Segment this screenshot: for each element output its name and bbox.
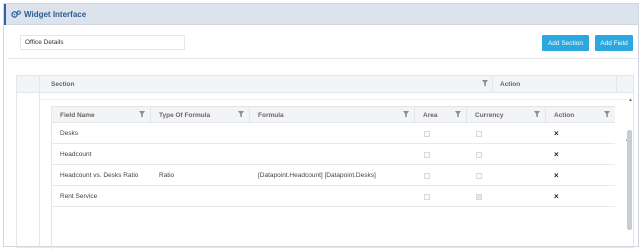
filter-icon[interactable] [455, 111, 461, 120]
field-name-cell: Rent Service [60, 193, 98, 200]
filter-icon[interactable] [534, 111, 540, 120]
office-details-input[interactable] [20, 35, 185, 50]
column-header-label: Area [423, 112, 438, 119]
gears-icon [11, 9, 21, 19]
sections-grid-header: Section Action [17, 76, 633, 93]
scrollbar-thumb[interactable] [627, 130, 632, 230]
column-header-label: Type Of Formula [159, 112, 211, 119]
column-header-label: Action [554, 112, 575, 119]
fields-grid-header: Field Name Type Of Formula Formula Area … [52, 106, 615, 124]
column-divider [616, 76, 617, 93]
currency-checkbox[interactable] [476, 193, 482, 200]
currency-checkbox-cell [476, 186, 482, 207]
page-title: Widget Interface [24, 9, 87, 19]
panel-header: Widget Interface [4, 3, 638, 25]
column-header-action[interactable]: Action [500, 81, 520, 88]
delete-icon[interactable]: × [554, 123, 559, 144]
add-section-button[interactable]: Add Section [542, 35, 589, 51]
currency-checkbox-cell [476, 165, 482, 186]
filter-icon[interactable] [482, 80, 488, 89]
currency-checkbox[interactable] [476, 151, 482, 158]
area-checkbox-cell [424, 165, 430, 186]
currency-checkbox-cell [476, 123, 482, 144]
column-header-type-of-formula[interactable]: Type Of Formula [151, 107, 250, 124]
delete-icon[interactable]: × [554, 186, 559, 207]
table-row[interactable]: Headcount × [52, 144, 615, 165]
divider [8, 58, 638, 59]
detail-gutter [17, 93, 40, 248]
column-header-label: Field Name [60, 112, 95, 119]
area-checkbox-cell [424, 186, 430, 207]
area-checkbox-cell [424, 123, 430, 144]
header-accent-bar [4, 3, 6, 25]
column-header-currency[interactable]: Currency [467, 107, 546, 124]
type-of-formula-cell: Ratio [159, 172, 175, 179]
area-checkbox[interactable] [424, 172, 430, 179]
area-checkbox[interactable] [424, 130, 430, 137]
filter-icon[interactable] [403, 111, 409, 120]
area-checkbox[interactable] [424, 193, 430, 200]
filter-icon[interactable] [238, 111, 244, 120]
field-name-cell: Headcount vs. Desks Ratio [60, 172, 139, 179]
sections-grid: Section Action Field Name Type Of Formul… [16, 75, 634, 249]
field-name-cell: Headcount [60, 151, 92, 158]
area-checkbox-cell [424, 144, 430, 165]
fields-grid: Field Name Type Of Formula Formula Area … [51, 106, 630, 249]
column-header-label: Formula [258, 112, 284, 119]
filter-icon[interactable] [139, 111, 145, 120]
delete-icon[interactable]: × [554, 165, 559, 186]
column-header-formula[interactable]: Formula [250, 107, 415, 124]
expand-column-header [17, 76, 40, 93]
widget-interface-panel: Widget Interface Add Section Add Field S… [3, 3, 639, 249]
column-header-action[interactable]: Action [546, 107, 615, 124]
table-row[interactable]: Desks × [52, 123, 615, 144]
column-header-label: Currency [475, 112, 504, 119]
formula-cell: [Datapoint.Headcount] [Datapoint.Desks] [258, 172, 376, 179]
column-header-area[interactable]: Area [415, 107, 467, 124]
table-row[interactable]: Headcount vs. Desks Ratio Ratio [Datapoi… [52, 165, 615, 186]
vertical-scrollbar[interactable]: ▲ [625, 93, 634, 248]
currency-checkbox-cell [476, 144, 482, 165]
area-checkbox[interactable] [424, 151, 430, 158]
table-row[interactable]: Rent Service × [52, 186, 615, 207]
column-header-field-name[interactable]: Field Name [52, 107, 151, 124]
field-name-cell: Desks [60, 130, 79, 137]
currency-checkbox[interactable] [476, 172, 482, 179]
column-header-section[interactable]: Section [51, 81, 74, 88]
delete-icon[interactable]: × [554, 144, 559, 165]
filter-icon[interactable] [604, 111, 610, 120]
currency-checkbox[interactable] [476, 130, 482, 137]
add-field-button[interactable]: Add Field [595, 35, 633, 51]
column-divider [492, 76, 493, 93]
scroll-up-arrow-icon[interactable]: ▲ [628, 97, 633, 103]
section-row [40, 93, 626, 100]
